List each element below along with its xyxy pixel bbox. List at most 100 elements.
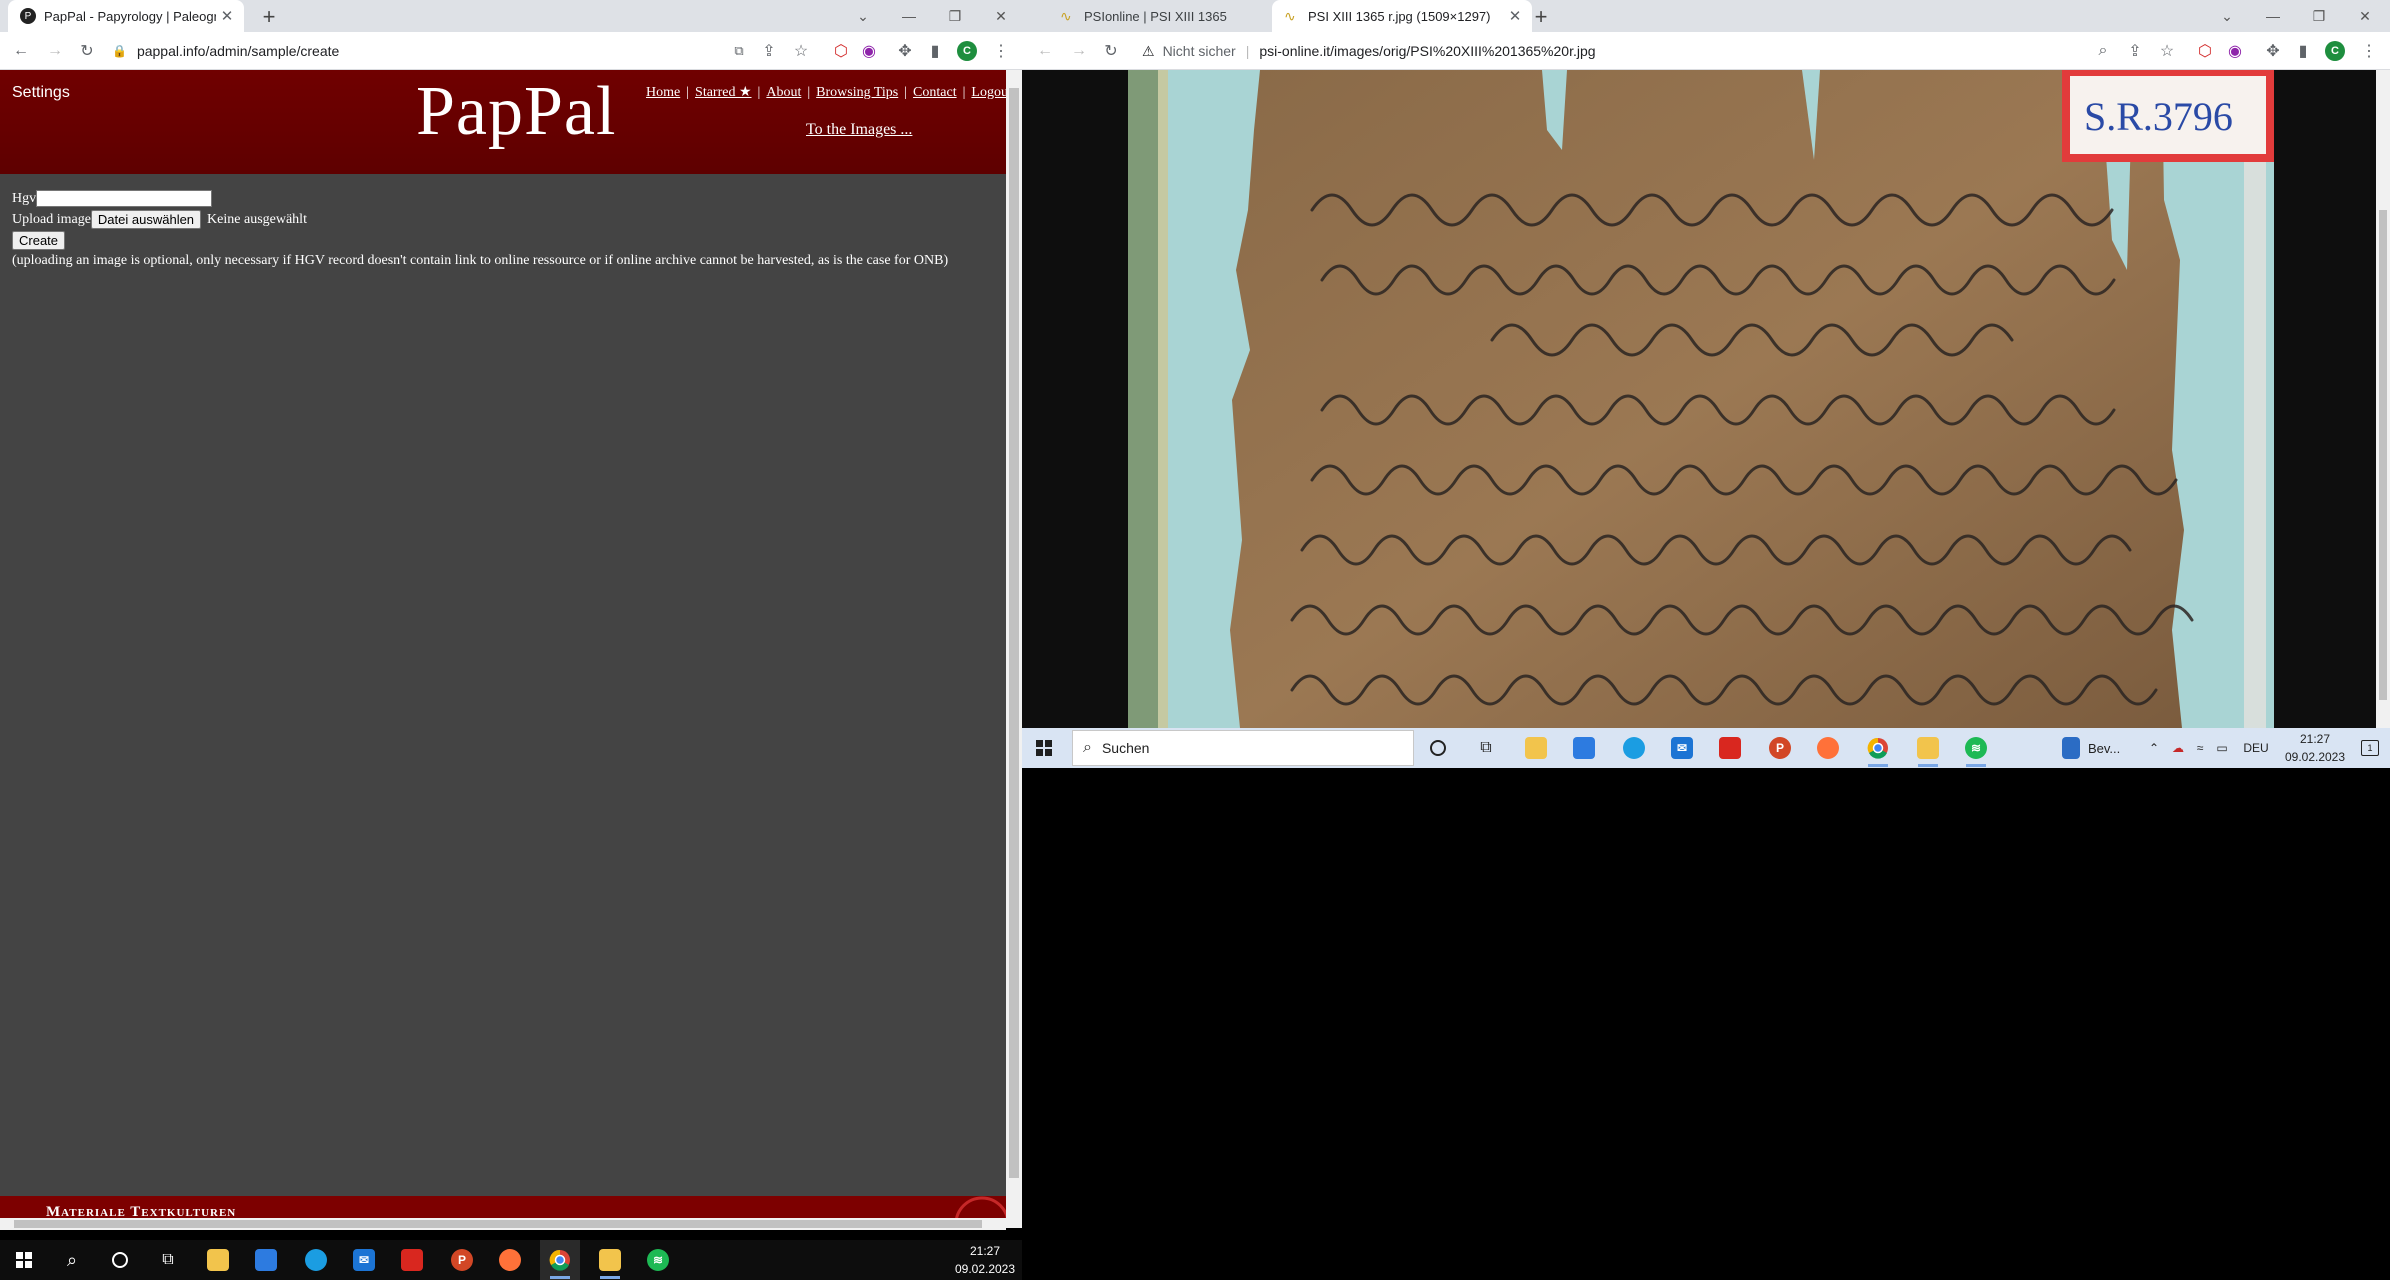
reload-icon[interactable]: ↻ bbox=[76, 40, 98, 62]
battery-icon[interactable]: ▭ bbox=[2210, 728, 2234, 768]
minimize-button[interactable]: — bbox=[2250, 0, 2296, 32]
tray-chevron-icon[interactable]: ⌃ bbox=[2142, 728, 2166, 768]
address-text: psi-online.it/images/orig/PSI%20XIII%201… bbox=[1259, 43, 1596, 59]
profile-avatar[interactable]: C bbox=[956, 40, 978, 62]
mail-icon[interactable]: ✉ bbox=[344, 1240, 384, 1280]
powerpoint-icon[interactable]: P bbox=[442, 1240, 482, 1280]
notification-icon[interactable]: 1 bbox=[2354, 728, 2386, 768]
tab-search-chevron-icon[interactable]: ⌄ bbox=[840, 0, 886, 32]
papyrus-image[interactable]: S.R.3796 bbox=[1022, 70, 2390, 728]
edge-icon[interactable] bbox=[1614, 728, 1654, 768]
site-logo[interactable]: PapPal bbox=[416, 72, 616, 152]
nav-contact[interactable]: Contact bbox=[913, 85, 957, 100]
mail-icon[interactable]: ✉ bbox=[1662, 728, 1702, 768]
store-icon[interactable] bbox=[1564, 728, 1604, 768]
windows-start-icon[interactable] bbox=[1024, 728, 1064, 768]
share-icon[interactable]: ⇪ bbox=[2124, 40, 2146, 62]
bookmark-star-icon[interactable]: ☆ bbox=[790, 40, 812, 62]
tab-close-icon[interactable]: ✕ bbox=[216, 5, 238, 27]
cortana-icon[interactable] bbox=[1418, 728, 1458, 768]
sidepanel-icon[interactable]: ▮ bbox=[2292, 40, 2314, 62]
back-arrow-icon[interactable]: ← bbox=[10, 40, 32, 62]
settings-link[interactable]: Settings bbox=[12, 84, 70, 102]
translate-icon[interactable]: ⧉ bbox=[728, 40, 750, 62]
forward-arrow-icon[interactable]: → bbox=[1068, 40, 1090, 62]
spotify-icon[interactable]: ≋ bbox=[638, 1240, 678, 1280]
new-tab-button[interactable]: + bbox=[256, 4, 282, 30]
image-vertical-scrollbar[interactable] bbox=[2376, 70, 2390, 728]
tab-psi-image[interactable]: ∿ PSI XIII 1365 r.jpg (1509×1297) ✕ bbox=[1272, 0, 1532, 32]
nav-browsing-tips[interactable]: Browsing Tips bbox=[816, 85, 898, 100]
horizontal-scrollbar[interactable] bbox=[0, 1218, 1006, 1230]
chrome-icon[interactable] bbox=[540, 1240, 580, 1280]
firefox-icon[interactable] bbox=[1808, 728, 1848, 768]
minimize-button[interactable]: — bbox=[886, 0, 932, 32]
search-icon[interactable]: ⌕ bbox=[52, 1240, 92, 1280]
cortana-icon[interactable] bbox=[100, 1240, 140, 1280]
nav-starred[interactable]: Starred ★ bbox=[695, 85, 751, 100]
tray-cloud-icon[interactable]: ☁ bbox=[2166, 728, 2190, 768]
choose-file-button[interactable]: Datei auswählen bbox=[90, 210, 202, 229]
close-window-button[interactable]: ✕ bbox=[2342, 0, 2388, 32]
tab-pappal[interactable]: P PapPal - Papyrology | Paleograph ✕ bbox=[8, 0, 244, 32]
sidepanel-icon[interactable]: ▮ bbox=[924, 40, 946, 62]
nav-about[interactable]: About bbox=[766, 85, 801, 100]
powerpoint-icon[interactable]: P bbox=[1760, 728, 1800, 768]
notes-app-icon[interactable] bbox=[590, 1240, 630, 1280]
extension-red-icon[interactable]: ⬡ bbox=[830, 40, 852, 62]
wifi-icon[interactable]: ≈ bbox=[2188, 728, 2212, 768]
extensions-puzzle-icon[interactable]: ✥ bbox=[2262, 40, 2284, 62]
language-indicator[interactable]: DEU bbox=[2236, 728, 2276, 768]
create-button[interactable]: Create bbox=[12, 231, 66, 250]
spotify-icon[interactable]: ≋ bbox=[1956, 728, 1996, 768]
menu-dots-icon[interactable]: ⋮ bbox=[2358, 40, 2380, 62]
close-window-button[interactable]: ✕ bbox=[978, 0, 1024, 32]
file-explorer-icon[interactable] bbox=[198, 1240, 238, 1280]
new-tab-button[interactable]: + bbox=[1528, 4, 1554, 30]
forward-arrow-icon[interactable]: → bbox=[44, 40, 66, 62]
menu-dots-icon[interactable]: ⋮ bbox=[990, 40, 1012, 62]
acrobat-icon[interactable] bbox=[1710, 728, 1750, 768]
horizontal-scroll-thumb[interactable] bbox=[14, 1220, 982, 1228]
file-explorer-icon[interactable] bbox=[1516, 728, 1556, 768]
notes-app-icon[interactable] bbox=[1908, 728, 1948, 768]
firefox-icon[interactable] bbox=[490, 1240, 530, 1280]
zoom-icon[interactable]: ⌕ bbox=[2092, 40, 2114, 62]
back-arrow-icon[interactable]: ← bbox=[1034, 40, 1056, 62]
restore-button[interactable]: ❐ bbox=[932, 0, 978, 32]
chrome-icon[interactable] bbox=[1858, 728, 1898, 768]
to-images-link[interactable]: To the Images ... bbox=[806, 121, 912, 139]
open-document-app[interactable]: Bev... bbox=[2062, 728, 2142, 768]
vertical-scrollbar[interactable] bbox=[1006, 70, 1022, 1228]
upload-image-label: Upload image bbox=[12, 211, 91, 227]
address-bar[interactable]: ⚠ Nicht sicher | psi-online.it/images/or… bbox=[1142, 36, 2042, 66]
tab-close-icon[interactable]: ✕ bbox=[1504, 5, 1526, 27]
extension-red-icon[interactable]: ⬡ bbox=[2194, 40, 2216, 62]
nav-home[interactable]: Home bbox=[646, 85, 680, 100]
image-scroll-thumb[interactable] bbox=[2379, 210, 2387, 700]
vertical-scroll-thumb[interactable] bbox=[1009, 88, 1019, 1178]
extension-purple-icon[interactable]: ◉ bbox=[858, 40, 880, 62]
share-icon[interactable]: ⇪ bbox=[758, 40, 780, 62]
taskbar-search-box[interactable]: ⌕ Suchen bbox=[1072, 730, 1414, 766]
extensions-puzzle-icon[interactable]: ✥ bbox=[894, 40, 916, 62]
edge-icon[interactable] bbox=[296, 1240, 336, 1280]
nav-logout[interactable]: Logou bbox=[971, 85, 1006, 100]
tray-clock[interactable]: 21:27 09.02.2023 bbox=[2278, 730, 2352, 766]
left-tab-strip: P PapPal - Papyrology | Paleograph ✕ + ⌄… bbox=[0, 0, 1022, 32]
address-bar[interactable]: 🔒 pappal.info/admin/sample/create bbox=[112, 36, 712, 66]
bookmark-star-icon[interactable]: ☆ bbox=[2156, 40, 2178, 62]
windows-start-icon[interactable] bbox=[4, 1240, 44, 1280]
restore-button[interactable]: ❐ bbox=[2296, 0, 2342, 32]
tab-search-chevron-icon[interactable]: ⌄ bbox=[2204, 0, 2250, 32]
hgv-input[interactable] bbox=[36, 190, 213, 207]
reload-icon[interactable]: ↻ bbox=[1100, 40, 1122, 62]
task-view-icon[interactable]: ⧉ bbox=[1466, 728, 1506, 768]
store-icon[interactable] bbox=[246, 1240, 286, 1280]
profile-avatar[interactable]: C bbox=[2324, 40, 2346, 62]
tab-psionline[interactable]: ∿ PSIonline | PSI XIII 1365 ✕ bbox=[1048, 0, 1294, 32]
acrobat-icon[interactable] bbox=[392, 1240, 432, 1280]
extension-purple-icon[interactable]: ◉ bbox=[2224, 40, 2246, 62]
tray-clock[interactable]: 21:27 09.02.2023 bbox=[950, 1242, 1020, 1278]
task-view-icon[interactable]: ⧉ bbox=[148, 1240, 188, 1280]
